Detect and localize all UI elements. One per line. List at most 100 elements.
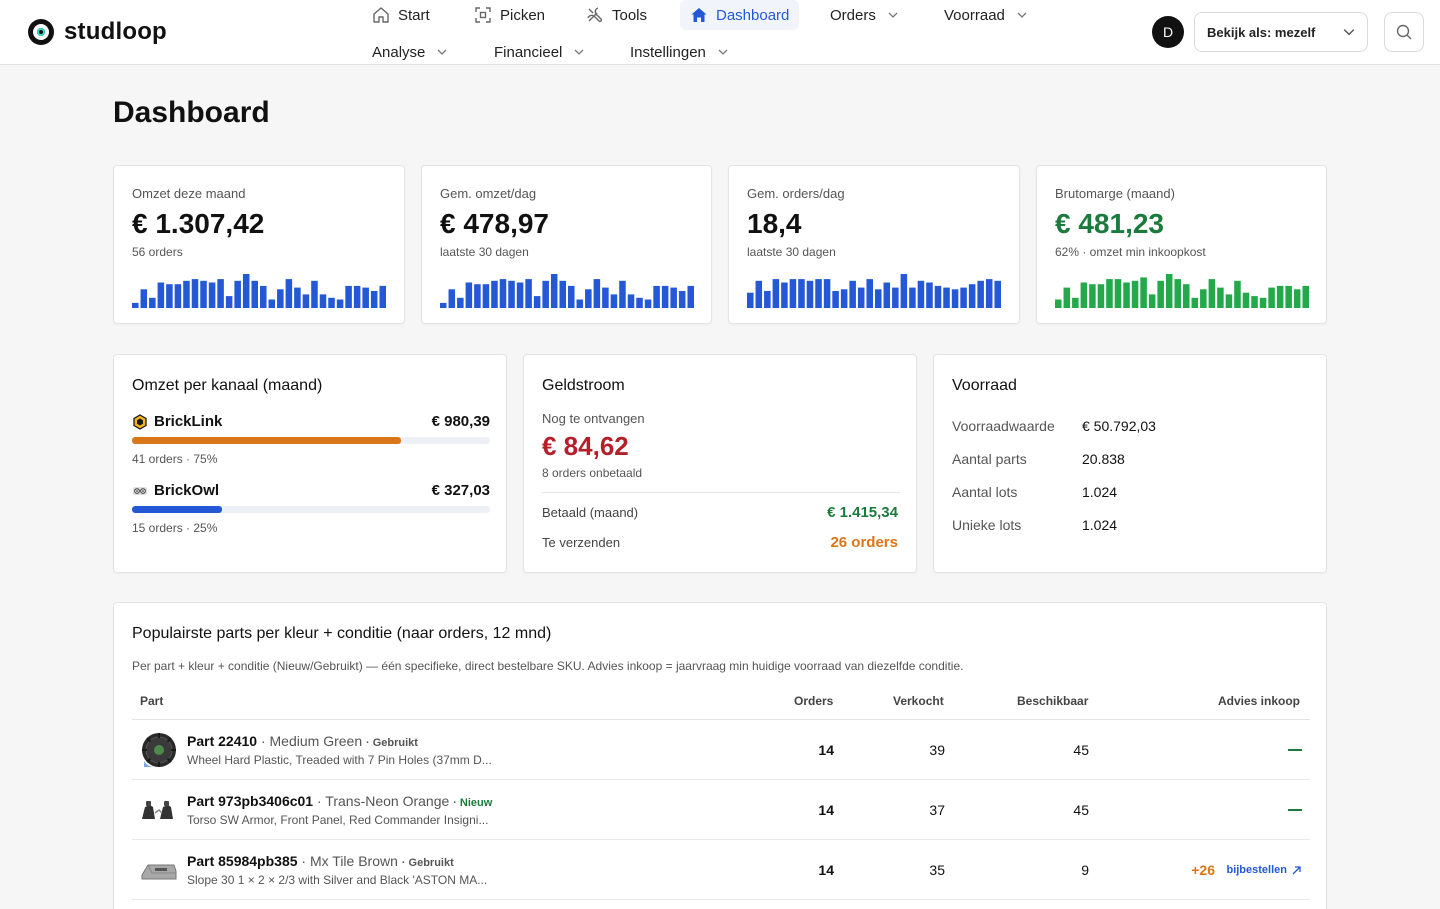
- parts-count: 20.838: [1082, 451, 1125, 467]
- spark-bar: [370, 291, 378, 308]
- home-outline-icon: [372, 6, 390, 24]
- sold-cell: 37: [929, 802, 945, 818]
- spark-bar: [1191, 297, 1199, 308]
- nav-financieel[interactable]: Financieel: [484, 37, 594, 67]
- chevron-down-icon: [1343, 29, 1355, 36]
- chevron-down-icon: [574, 49, 584, 55]
- spark-bar: [516, 282, 524, 308]
- part-id[interactable]: Part 973pb3406c01: [187, 793, 313, 809]
- nav-instellingen-label: Instellingen: [630, 43, 706, 61]
- spark-bar: [1123, 282, 1130, 308]
- brand-name: studloop: [64, 18, 167, 45]
- spark-bar: [653, 285, 660, 308]
- spark-bar: [900, 274, 908, 308]
- view-as-select[interactable]: Bekijk als: mezelf: [1194, 12, 1368, 52]
- nav-instellingen[interactable]: Instellingen: [620, 37, 738, 67]
- search-button[interactable]: [1384, 12, 1424, 52]
- nav-picken[interactable]: Picken: [464, 0, 555, 30]
- chevron-down-icon: [437, 49, 447, 55]
- receivable-label: Nog te ontvangen: [542, 411, 645, 426]
- tools-icon: [586, 6, 604, 24]
- spark-bar: [576, 299, 584, 308]
- view-as-label: Bekijk als: mezelf: [1207, 24, 1316, 40]
- spark-bar: [1208, 279, 1216, 308]
- nav-dashboard[interactable]: Dashboard: [680, 0, 800, 30]
- nav-orders[interactable]: Orders: [820, 0, 908, 30]
- kpi-label: Gem. omzet/dag: [440, 186, 537, 201]
- unique-lots: 1.024: [1082, 517, 1118, 533]
- kpi-label: Brutomarge (maand): [1055, 186, 1175, 201]
- nav-voorraad-label: Voorraad: [944, 6, 1005, 24]
- table-row[interactable]: Part 973pb3406c01 · Trans-Neon Orange · …: [132, 780, 1310, 840]
- kpi-card-brutomarge: Brutomarge (maand) € 481,23 62% · omzet …: [1036, 165, 1327, 324]
- spark-bar: [1174, 279, 1181, 308]
- nav-dashboard-label: Dashboard: [716, 6, 790, 24]
- spark-bar: [1114, 279, 1122, 308]
- spark-bar: [242, 274, 250, 308]
- spark-bar: [353, 285, 361, 308]
- top-bar: studloop Start Picken Tools Dashboard Or…: [0, 0, 1440, 65]
- channel-meta: 15 orders · 25%: [132, 521, 218, 535]
- part-description: Torso SW Armor, Front Panel, Red Command…: [187, 813, 489, 827]
- spark-bar: [1097, 284, 1105, 308]
- spark-bar: [157, 282, 165, 308]
- reorder-link-label: bijbestellen: [1226, 864, 1287, 876]
- spark-bar: [508, 280, 515, 308]
- inventory-value-label: Voorraadwaarde: [952, 418, 1055, 434]
- spark-bar: [960, 287, 967, 308]
- column-header-part[interactable]: Part: [140, 694, 163, 708]
- kpi-value: 18,4: [747, 208, 802, 239]
- spark-bar: [568, 285, 575, 308]
- spark-bar: [951, 289, 959, 308]
- nav-analyse[interactable]: Analyse: [362, 37, 457, 67]
- reorder-link[interactable]: bijbestellen: [1226, 864, 1302, 876]
- spark-bar: [277, 289, 284, 308]
- spark-bar: [1293, 289, 1301, 308]
- to-ship-label: Te verzenden: [542, 535, 621, 550]
- spark-bar: [849, 280, 856, 308]
- spark-bar: [225, 296, 233, 308]
- kpi-card-omzet: Omzet deze maand € 1.307,42 56 orders: [113, 165, 405, 324]
- table-row[interactable]: Part 22410 · Medium Green · Gebruikt Whe…: [132, 720, 1310, 780]
- brand-logo[interactable]: studloop: [28, 18, 167, 46]
- no-advice-dash: [1288, 809, 1302, 811]
- part-description: Wheel Hard Plastic, Treaded with 7 Pin H…: [187, 753, 492, 767]
- part-id[interactable]: Part 85984pb385: [187, 853, 298, 869]
- column-header-advies[interactable]: Advies inkoop: [1218, 694, 1300, 708]
- spark-bar: [465, 282, 473, 308]
- receivable-sub: 8 orders onbetaald: [542, 466, 643, 480]
- part-color: Trans-Neon Orange: [325, 793, 450, 809]
- spark-bar: [550, 274, 558, 308]
- column-header-orders[interactable]: Orders: [794, 694, 833, 708]
- spark-bar: [772, 279, 780, 308]
- spark-bar: [1131, 280, 1139, 308]
- column-header-verkocht[interactable]: Verkocht: [893, 694, 944, 708]
- kpi-card-omzet-dag: Gem. omzet/dag € 478,97 laatste 30 dagen: [421, 165, 712, 324]
- nav-orders-label: Orders: [830, 6, 876, 24]
- channel-name: BrickOwl: [154, 482, 220, 499]
- spark-bar: [183, 280, 190, 308]
- external-arrow-icon: [1292, 865, 1301, 874]
- spark-bar: [542, 280, 549, 308]
- spark-bar: [781, 282, 788, 308]
- column-header-beschikbaar[interactable]: Beschikbaar: [1017, 694, 1088, 708]
- kpi-value: € 481,23: [1055, 208, 1164, 239]
- spark-bar: [1089, 284, 1096, 308]
- kpi-value: € 478,97: [440, 208, 549, 239]
- spark-bar: [200, 280, 207, 308]
- nav-tools-label: Tools: [612, 6, 648, 24]
- part-color: Medium Green: [269, 733, 363, 749]
- spark-bar: [1217, 287, 1224, 308]
- spark-bar: [985, 279, 993, 308]
- scan-icon: [474, 6, 492, 24]
- spark-bar: [840, 289, 848, 308]
- part-id[interactable]: Part 22410: [187, 733, 257, 749]
- nav-tools[interactable]: Tools: [576, 0, 657, 30]
- avatar[interactable]: D: [1152, 16, 1184, 48]
- nav-voorraad[interactable]: Voorraad: [934, 0, 1037, 30]
- spark-bar: [132, 302, 139, 308]
- spark-bar: [857, 287, 865, 308]
- nav-start[interactable]: Start: [362, 0, 440, 30]
- table-row[interactable]: Part 85984pb385 · Mx Tile Brown · Gebrui…: [132, 840, 1310, 900]
- spark-bar: [1276, 285, 1284, 308]
